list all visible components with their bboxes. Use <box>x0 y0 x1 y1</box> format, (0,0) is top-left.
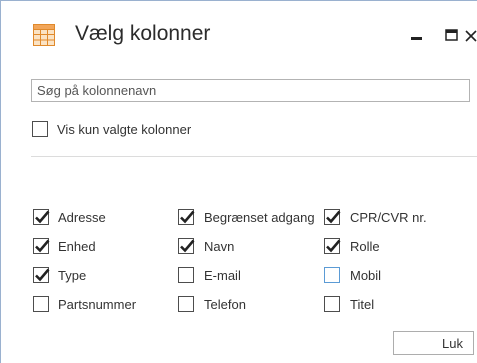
titlebar: Vælg kolonner <box>1 1 477 65</box>
checkbox-navn[interactable] <box>178 238 195 254</box>
checkbox-telefon[interactable] <box>178 296 194 312</box>
checkmark-icon <box>35 239 50 253</box>
close-window-button[interactable] <box>464 23 477 47</box>
column-label: E-mail <box>204 268 241 283</box>
checkbox-enhed[interactable] <box>33 238 50 254</box>
column-label: Navn <box>204 239 235 254</box>
checkmark-icon <box>35 268 50 282</box>
checkbox-rolle[interactable] <box>324 238 341 254</box>
checkbox-adresse[interactable] <box>33 209 50 225</box>
table-icon <box>33 24 55 46</box>
checkmark-icon <box>180 210 195 224</box>
checkbox-mobil[interactable] <box>324 267 340 283</box>
column-label: Partsnummer <box>58 297 137 312</box>
maximize-icon <box>445 29 458 41</box>
checkmark-icon <box>326 210 341 224</box>
checkbox-type[interactable] <box>33 267 50 283</box>
close-icon <box>465 30 477 42</box>
checkbox-titel[interactable] <box>324 296 340 312</box>
checkmark-icon <box>35 210 50 224</box>
column-label: Mobil <box>350 268 382 283</box>
column-label: Begrænset adgang <box>204 210 315 225</box>
only-selected-label: Vis kun valgte kolonner <box>57 122 192 137</box>
only-selected-box[interactable] <box>32 121 48 137</box>
column-label: Enhed <box>58 239 96 254</box>
minimize-icon <box>411 37 422 40</box>
column-search-input[interactable] <box>31 79 470 102</box>
minimize-button[interactable] <box>405 23 429 47</box>
column-label: Type <box>58 268 87 283</box>
checkmark-icon <box>180 239 195 253</box>
checkbox-email[interactable] <box>178 267 194 283</box>
column-label: Titel <box>350 297 375 312</box>
column-label: CPR/CVR nr. <box>350 210 427 225</box>
column-label: Telefon <box>204 297 246 312</box>
close-button[interactable]: Luk <box>393 331 474 355</box>
checkbox-begraenset-adgang[interactable] <box>178 209 195 225</box>
maximize-button[interactable] <box>441 23 465 47</box>
column-label: Rolle <box>350 239 380 254</box>
choose-columns-dialog: Vælg kolonner Vis kun valgte kolonner <box>0 0 477 363</box>
dialog-title: Vælg kolonner <box>75 22 211 45</box>
column-label: Adresse <box>58 210 106 225</box>
divider <box>31 156 477 157</box>
checkbox-partsnummer[interactable] <box>33 296 49 312</box>
checkbox-cpr-cvr[interactable] <box>324 209 341 225</box>
checkmark-icon <box>326 239 341 253</box>
